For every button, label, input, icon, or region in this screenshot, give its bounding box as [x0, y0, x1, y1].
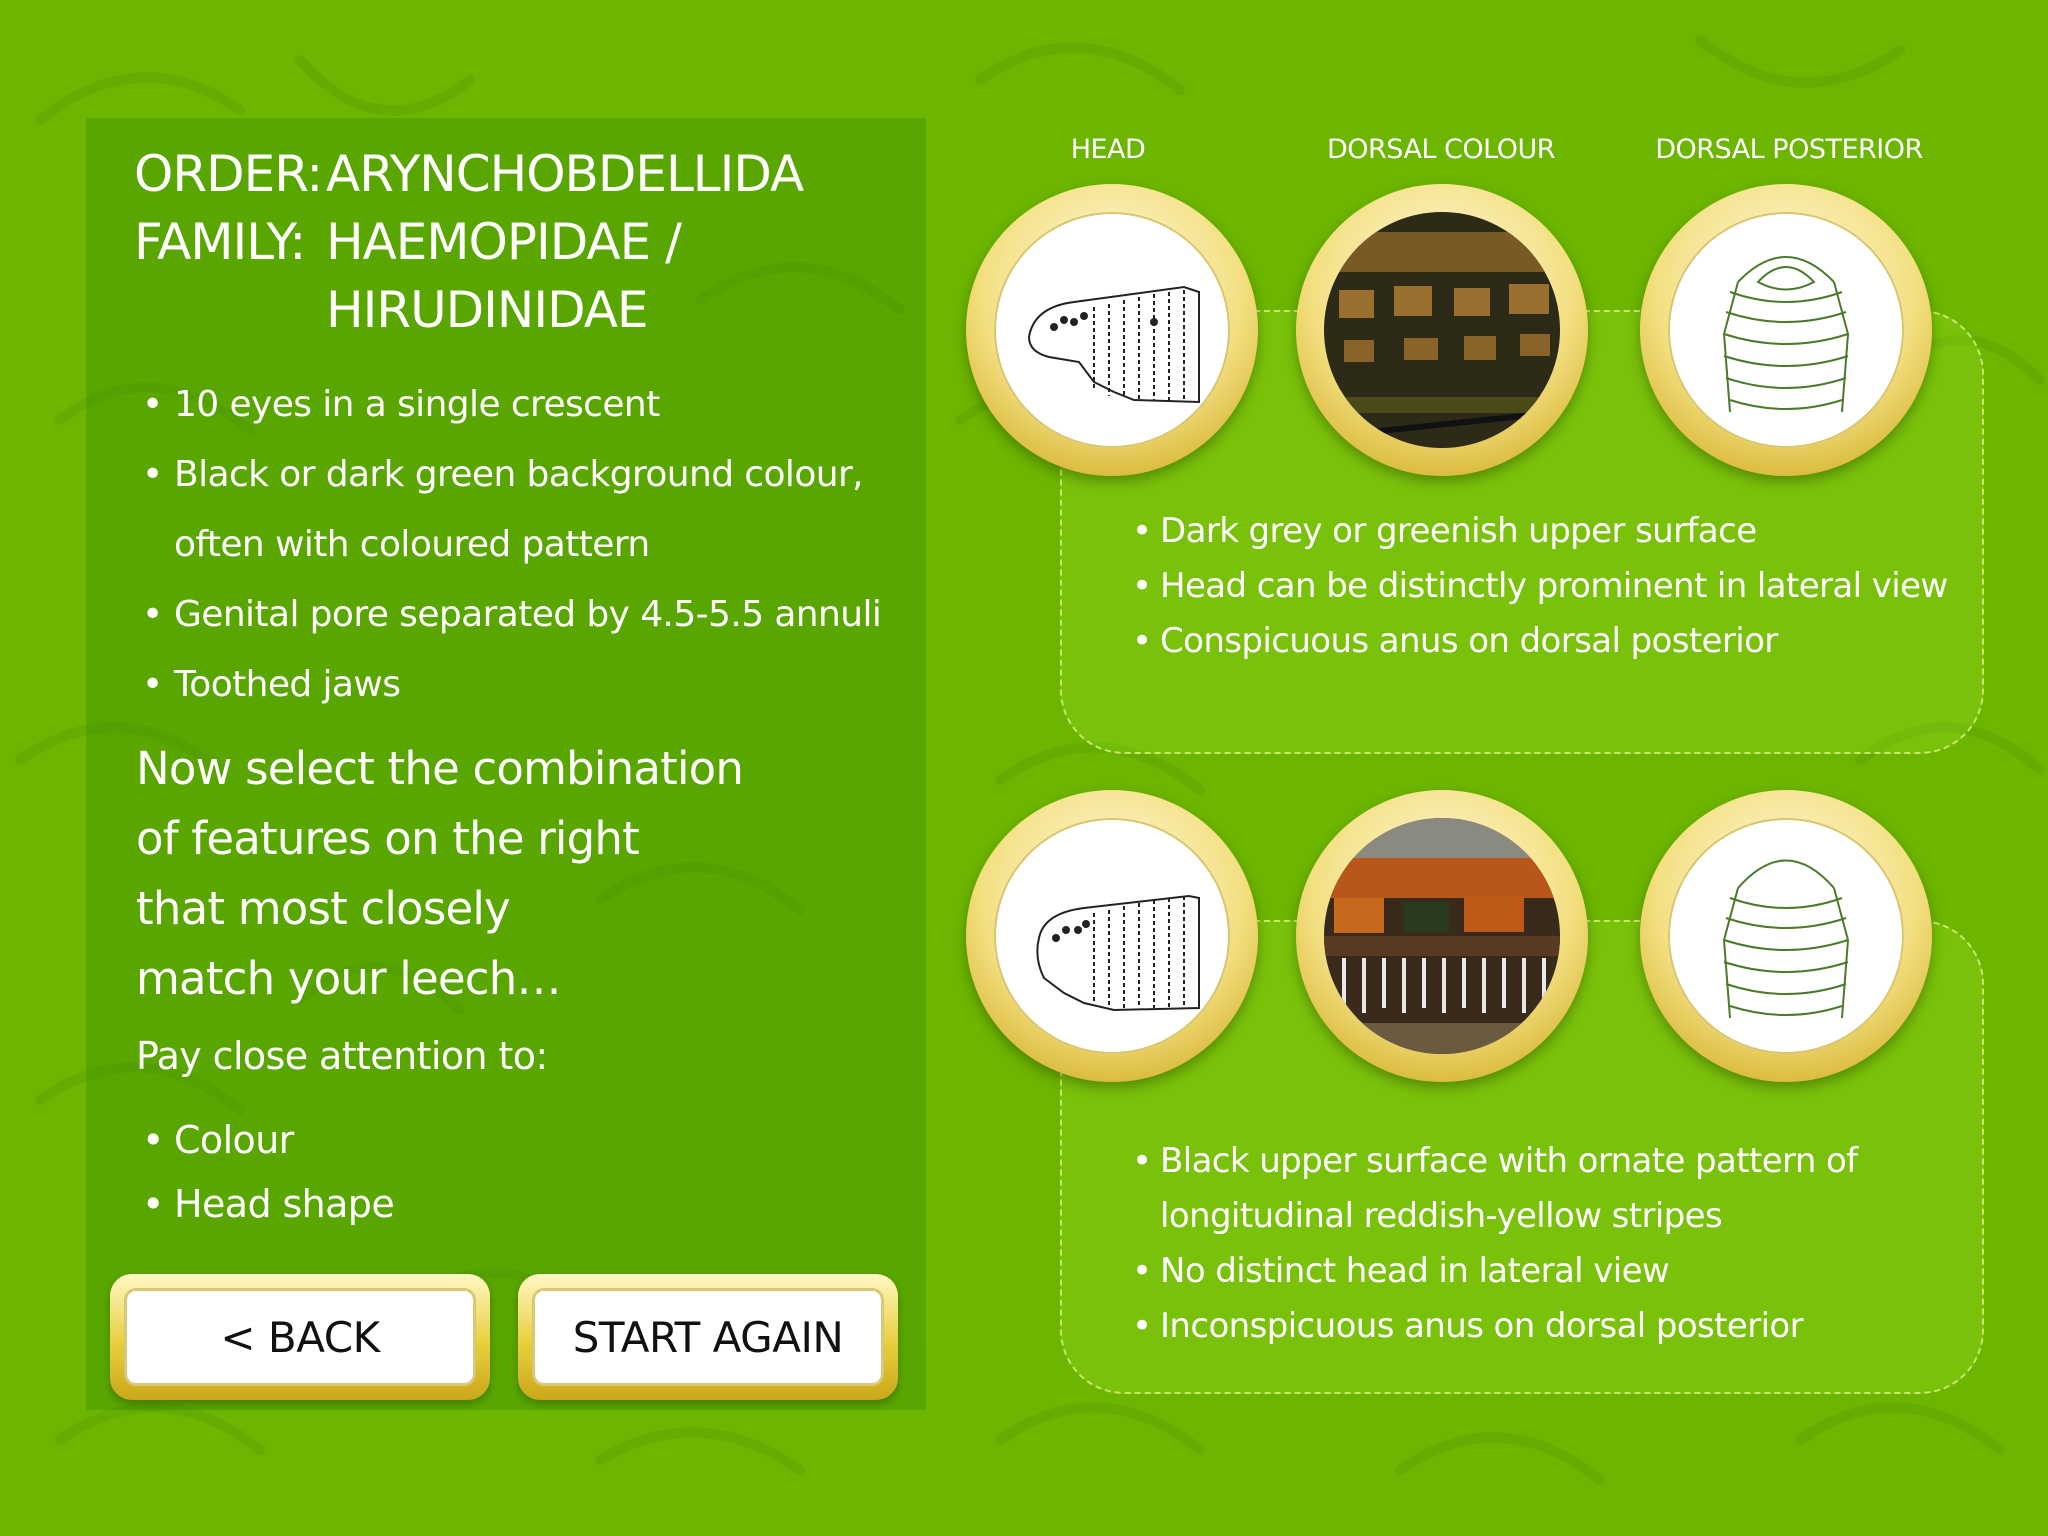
leech-head-lateral-drawing	[994, 212, 1230, 448]
instruction-line: of features on the right	[136, 812, 640, 865]
list-item: Head shape	[138, 1172, 395, 1236]
option-1-dorsal-posterior-image[interactable]	[1640, 184, 1932, 476]
list-item-text: often with coloured pattern	[174, 524, 650, 565]
instruction-line: Now select the combination	[136, 742, 744, 795]
instruction-text: Now select the combination of features o…	[136, 734, 876, 1014]
family-value-line2: HIRUDINIDAE	[326, 281, 648, 339]
family-value-line1: HAEMOPIDAE /	[326, 213, 682, 271]
leech-head-lateral-drawing	[994, 818, 1230, 1054]
option-2-dorsal-colour-image[interactable]	[1296, 790, 1588, 1082]
list-item: Toothed jaws	[138, 650, 881, 720]
list-item: Genital pore separated by 4.5-5.5 annuli	[138, 580, 882, 650]
start-again-button[interactable]: START AGAIN	[518, 1274, 898, 1400]
column-label-head: HEAD	[1070, 134, 1146, 165]
list-item: Inconspicuous anus on dorsal posterior	[1132, 1299, 1858, 1354]
order-value: ARYNCHOBDELLIDA	[326, 145, 804, 203]
option-2-list: Black upper surface with ornate pattern …	[1132, 1134, 1858, 1354]
attention-list: Colour Head shape	[138, 1108, 395, 1236]
family-label: FAMILY:	[134, 213, 306, 271]
option-2-dorsal-posterior-image[interactable]	[1640, 790, 1932, 1082]
feature-list: 10 eyes in a single crescent Black or da…	[138, 370, 882, 720]
taxonomy-title: ORDER: ARYNCHOBDELLIDA FAMILY: HAEMOPIDAE …	[134, 140, 894, 344]
option-2-head-image[interactable]	[966, 790, 1258, 1082]
back-button[interactable]: < BACK	[110, 1274, 490, 1400]
list-item: Black or dark green background colour,	[138, 440, 881, 510]
instruction-line: that most closely	[136, 882, 511, 935]
list-item: Dark grey or greenish upper surface	[1132, 504, 1948, 559]
list-item: 10 eyes in a single crescent	[138, 370, 881, 440]
leech-posterior-drawing	[1668, 818, 1904, 1054]
patterned-leech-skin-photo	[1324, 818, 1560, 1054]
leech-posterior-drawing	[1668, 212, 1904, 448]
attention-heading: Pay close attention to:	[136, 1034, 548, 1078]
option-1-list: Dark grey or greenish upper surface Head…	[1132, 504, 1948, 669]
list-item: No distinct head in lateral view	[1132, 1244, 1858, 1299]
list-item-continuation: often with coloured pattern	[138, 510, 881, 580]
option-1-head-image[interactable]	[966, 184, 1258, 476]
list-item: Colour	[138, 1108, 394, 1172]
list-item: Conspicuous anus on dorsal posterior	[1132, 614, 1948, 669]
column-label-dorsal-colour: DORSAL COLOUR	[1327, 134, 1556, 165]
list-item: Head can be distinctly prominent in late…	[1132, 559, 1948, 614]
option-1-dorsal-colour-image[interactable]	[1296, 184, 1588, 476]
dark-leech-skin-photo	[1324, 212, 1560, 448]
column-label-dorsal-posterior: DORSAL POSTERIOR	[1655, 134, 1923, 165]
back-button-label: < BACK	[124, 1288, 476, 1386]
order-label: ORDER:	[134, 145, 323, 203]
start-again-button-label: START AGAIN	[532, 1288, 884, 1386]
list-item: Black upper surface with ornate pattern …	[1132, 1134, 1858, 1189]
list-item-continuation: longitudinal reddish-yellow stripes	[1132, 1189, 1858, 1244]
instruction-line: match your leech…	[136, 952, 561, 1005]
list-item-text: longitudinal reddish-yellow stripes	[1160, 1196, 1723, 1236]
